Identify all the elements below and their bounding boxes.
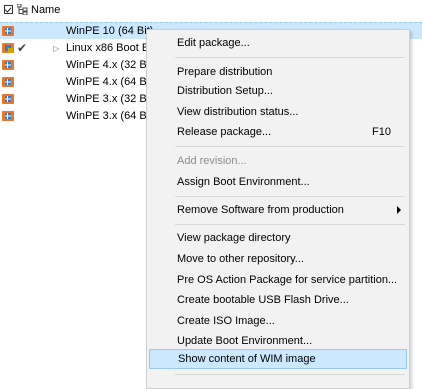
menu-separator: [175, 57, 405, 58]
tree-row[interactable]: WinPE 3.x (32 Bit): [0, 91, 160, 108]
context-menu: Edit package... Prepare distribution Dis…: [146, 29, 410, 389]
menu-item-label: View package directory: [177, 232, 291, 244]
tree-row[interactable]: ✔ ▷ Linux x86 Boot En: [0, 40, 160, 57]
tree-structure-icon: [17, 4, 28, 15]
menu-item-label: Create bootable USB Flash Drive...: [177, 294, 349, 306]
menu-item-label: Remove Software from production: [177, 204, 344, 216]
menu-separator: [175, 224, 405, 225]
menu-item-label: Create ISO Image...: [177, 315, 275, 327]
menu-item-show-wim-content[interactable]: Show content of WIM image: [149, 349, 407, 369]
menu-item-label: View distribution status...: [177, 106, 299, 118]
tree-row-label: WinPE 3.x (32 Bit): [66, 93, 156, 105]
menu-item-distribution-setup[interactable]: Distribution Setup...: [149, 81, 407, 101]
menu-item-label: Distribution Setup...: [177, 85, 273, 97]
menu-item-view-distribution-status[interactable]: View distribution status...: [149, 102, 407, 122]
menu-item-pre-os-action-package[interactable]: Pre OS Action Package for service partit…: [149, 270, 407, 290]
menu-item-release-package[interactable]: Release package... F10: [149, 122, 407, 142]
menu-item-assign-boot-environment[interactable]: Assign Boot Environment...: [149, 172, 407, 192]
menu-item-remove-software[interactable]: Remove Software from production: [149, 200, 407, 220]
menu-item-view-package-directory[interactable]: View package directory: [149, 228, 407, 248]
expand-arrow-icon[interactable]: ▷: [53, 44, 59, 53]
tree-row-label: Linux x86 Boot En: [66, 42, 156, 54]
package-locked-icon: [2, 43, 14, 53]
tree-row[interactable]: WinPE 4.x (32 Bit): [0, 57, 160, 74]
menu-item-move-to-repository[interactable]: Move to other repository...: [149, 249, 407, 269]
menu-item-create-usb-drive[interactable]: Create bootable USB Flash Drive...: [149, 290, 407, 310]
menu-item-label: Release package...: [177, 126, 272, 138]
column-header: Name: [0, 0, 422, 23]
package-icon: [2, 111, 14, 121]
menu-item-label: Move to other repository...: [177, 253, 304, 265]
menu-separator: [175, 374, 405, 375]
select-all-checkbox[interactable]: [4, 5, 13, 14]
menu-item-create-iso-image[interactable]: Create ISO Image...: [149, 311, 407, 331]
menu-item-label: Show content of WIM image: [178, 353, 316, 365]
package-icon: [2, 77, 14, 87]
menu-item-add-revision: Add revision...: [149, 151, 407, 171]
package-icon: [2, 94, 14, 104]
submenu-arrow-icon: [397, 206, 401, 214]
name-column-label[interactable]: Name: [31, 4, 60, 16]
menu-item-label: Assign Boot Environment...: [177, 176, 310, 188]
tree-row-label: WinPE 4.x (64 Bit): [66, 76, 156, 88]
menu-item-update-boot-environment[interactable]: Update Boot Environment...: [149, 331, 407, 351]
menu-item-label: Update Boot Environment...: [177, 335, 313, 347]
package-icon: [2, 60, 14, 70]
checkmark-icon: ✔: [17, 41, 28, 55]
tree-row-label: WinPE 3.x (64 Bit): [66, 110, 156, 122]
menu-item-shortcut: F10: [372, 126, 391, 138]
menu-item-label: Pre OS Action Package for service partit…: [177, 274, 398, 286]
menu-item-label: Add revision...: [177, 155, 247, 167]
tree-row[interactable]: WinPE 3.x (64 Bit): [0, 108, 160, 125]
menu-item-edit-package[interactable]: Edit package...: [149, 33, 407, 53]
tree-row-label: WinPE 10 (64 Bit): [66, 25, 154, 37]
menu-separator: [175, 146, 405, 147]
tree-row-label: WinPE 4.x (32 Bit): [66, 59, 156, 71]
menu-item-prepare-distribution[interactable]: Prepare distribution: [149, 62, 407, 82]
tree-row[interactable]: WinPE 4.x (64 Bit): [0, 74, 160, 91]
menu-item-label: Prepare distribution: [177, 66, 273, 78]
package-icon: [2, 26, 14, 36]
menu-item-label: Edit package...: [177, 37, 250, 49]
menu-separator: [175, 196, 405, 197]
